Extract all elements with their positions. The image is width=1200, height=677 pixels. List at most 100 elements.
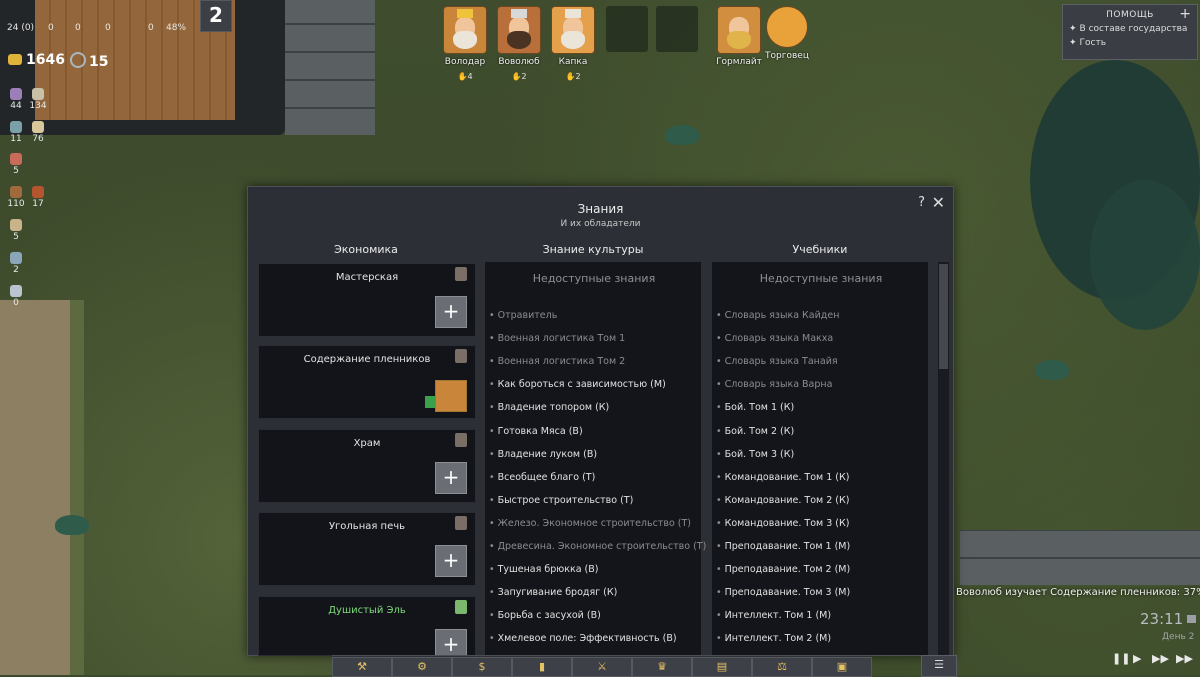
scrollbar[interactable] xyxy=(938,262,949,655)
camera-icon[interactable] xyxy=(1187,615,1197,623)
laws-button[interactable]: ⚖ xyxy=(752,657,812,677)
resource-item[interactable]: 2 xyxy=(5,252,27,275)
knowledge-item[interactable]: • Отравитель xyxy=(489,304,699,327)
knowledge-item[interactable]: • Древесина. Экономное строительство (Т) xyxy=(489,535,706,558)
knowledge-dialog: Знания И их обладатели ? ✕ Экономика Зна… xyxy=(247,186,954,661)
help-item[interactable]: ✦ Гость xyxy=(1069,38,1197,48)
resource-item[interactable]: 0 xyxy=(5,285,27,308)
armor-icon xyxy=(10,285,22,297)
add-icon[interactable]: + xyxy=(1179,6,1191,22)
knowledge-item[interactable]: • Хмелевое поле: Эффективность (В) xyxy=(489,627,699,650)
resource-item[interactable]: 5 xyxy=(5,219,27,242)
empty-slot[interactable] xyxy=(606,6,648,52)
knowledge-item[interactable]: • Бой. Том 2 (К) xyxy=(716,420,926,443)
knowledge-item[interactable]: • Военная логистика Том 1 xyxy=(489,327,699,350)
knowledge-item[interactable]: • Преподавание. Том 2 (М) xyxy=(716,558,926,581)
character-vovolyub[interactable]: Воволюб ✋2 xyxy=(496,6,542,81)
knowledge-item[interactable]: • Всеобщее благо (Т) xyxy=(489,466,699,489)
character-kapka[interactable]: Капка ✋2 xyxy=(550,6,596,81)
add-button[interactable]: + xyxy=(435,545,467,577)
statistics-button[interactable]: ▮ xyxy=(512,657,572,677)
vote-count: ✋2 xyxy=(565,72,581,81)
menu-button[interactable]: ☰ xyxy=(921,655,957,677)
avatar[interactable] xyxy=(435,380,467,412)
scrollbar-thumb[interactable] xyxy=(939,264,948,369)
knowledge-item[interactable]: • Преподавание. Том 1 (М) xyxy=(716,535,926,558)
resource-item[interactable]: 44 xyxy=(5,88,27,111)
close-icon[interactable]: ✕ xyxy=(932,193,945,212)
knowledge-button[interactable]: ▤ xyxy=(692,657,752,677)
economy-card[interactable]: Угольная печь + xyxy=(258,512,476,586)
knowledge-item[interactable]: • Борьба с засухой (В) xyxy=(489,604,699,627)
knowledge-item[interactable]: • Как бороться с зависимостью (М) xyxy=(489,373,699,396)
knowledge-item[interactable]: • Бой. Том 1 (К) xyxy=(716,396,926,419)
economy-card[interactable]: Душистый Эль + xyxy=(258,596,476,661)
fast-forward-icon[interactable]: ▶▶ xyxy=(1152,652,1169,665)
rulers-button[interactable]: ♛ xyxy=(632,657,692,677)
bullet-icon: • xyxy=(489,379,495,391)
resource-item[interactable]: 110 xyxy=(5,186,27,209)
knowledge-item[interactable]: • Запугивание бродяг (К) xyxy=(489,581,699,604)
knowledge-item[interactable]: • Интеллект. Том 1 (М) xyxy=(716,604,926,627)
day-badge[interactable]: 2 xyxy=(200,0,232,32)
military-button[interactable]: ⚔ xyxy=(572,657,632,677)
gold-icon xyxy=(8,54,22,65)
resource-item[interactable]: 76 xyxy=(27,121,49,144)
knowledge-item[interactable]: • Владение луком (В) xyxy=(489,443,699,466)
vote-count: ✋4 xyxy=(457,72,473,81)
knowledge-item[interactable]: • Быстрое строительство (Т) xyxy=(489,489,699,512)
help-item[interactable]: ✦ В составе государства xyxy=(1069,24,1197,34)
knowledge-item[interactable]: • Интеллект. Том 2 (М) xyxy=(716,627,926,650)
resource-item[interactable]: 5 xyxy=(5,153,27,176)
economy-card[interactable]: Мастерская + xyxy=(258,263,476,337)
knowledge-item[interactable]: • Железо. Экономное строительство (Т) xyxy=(489,512,699,535)
pause-icon[interactable]: ❚❚ xyxy=(1112,652,1130,665)
add-button[interactable]: + xyxy=(435,462,467,494)
bullet-icon: • xyxy=(716,356,722,368)
resource-item[interactable]: 11 xyxy=(5,121,27,144)
knowledge-item[interactable]: • Словарь языка Варна xyxy=(716,373,926,396)
economy-button[interactable]: $ xyxy=(452,657,512,677)
play-icon[interactable]: ▶ xyxy=(1133,652,1141,665)
dialog-title: Знания xyxy=(577,202,624,216)
resource-count: 0 xyxy=(75,23,81,33)
resource-item[interactable]: 17 xyxy=(27,186,49,209)
empty-slot[interactable] xyxy=(656,6,698,52)
knowledge-item[interactable]: • Командование. Том 3 (К) xyxy=(716,512,926,535)
map-button[interactable]: ▣ xyxy=(812,657,872,677)
knowledge-item[interactable]: • Командование. Том 2 (К) xyxy=(716,489,926,512)
resource-item[interactable]: 134 xyxy=(27,88,49,111)
fastest-icon[interactable]: ▶▶ xyxy=(1176,652,1193,665)
tool-icon xyxy=(10,121,22,133)
knowledge-item[interactable]: • Владение топором (К) xyxy=(489,396,699,419)
knowledge-item[interactable]: • Преподавание. Том 3 (М) xyxy=(716,581,926,604)
knowledge-item[interactable]: • Словарь языка Макха xyxy=(716,327,926,350)
economy-card[interactable]: Храм + xyxy=(258,429,476,503)
research-notification[interactable]: Воволюб изучает Содержание пленников: 37… xyxy=(956,587,1200,598)
settings-button[interactable]: ⚙ xyxy=(392,657,452,677)
bullet-icon: • xyxy=(489,356,495,368)
character-gormlight[interactable]: Гормлайт xyxy=(716,6,762,67)
build-button[interactable]: ⚒ xyxy=(332,657,392,677)
character-merchant[interactable]: Торговец xyxy=(764,6,810,61)
menu-icon: ☰ xyxy=(934,658,944,671)
help-icon[interactable]: ? xyxy=(918,195,925,210)
knowledge-item[interactable]: • Бой. Том 3 (К) xyxy=(716,443,926,466)
knowledge-item[interactable]: • Готовка Мяса (В) xyxy=(489,420,699,443)
bush xyxy=(1035,360,1069,380)
portrait xyxy=(551,6,595,54)
knowledge-item[interactable]: • Словарь языка Танайя xyxy=(716,350,926,373)
economy-card[interactable]: Содержание пленников xyxy=(258,345,476,419)
ring-counter: 15 xyxy=(70,52,108,70)
culture-header: Недоступные знания xyxy=(532,272,656,285)
stone-floor xyxy=(960,530,1200,585)
knowledge-item[interactable]: • Словарь языка Кайден xyxy=(716,304,926,327)
knowledge-item[interactable]: • Тушеная брюкка (В) xyxy=(489,558,699,581)
add-button[interactable]: + xyxy=(435,296,467,328)
bullet-icon: • xyxy=(489,494,495,506)
bullet-icon: • xyxy=(489,310,495,322)
knowledge-item[interactable]: • Военная логистика Том 2 xyxy=(489,350,699,373)
sand-path xyxy=(0,300,84,675)
knowledge-item[interactable]: • Командование. Том 1 (К) xyxy=(716,466,926,489)
character-volodar[interactable]: Володар ✋4 xyxy=(442,6,488,81)
